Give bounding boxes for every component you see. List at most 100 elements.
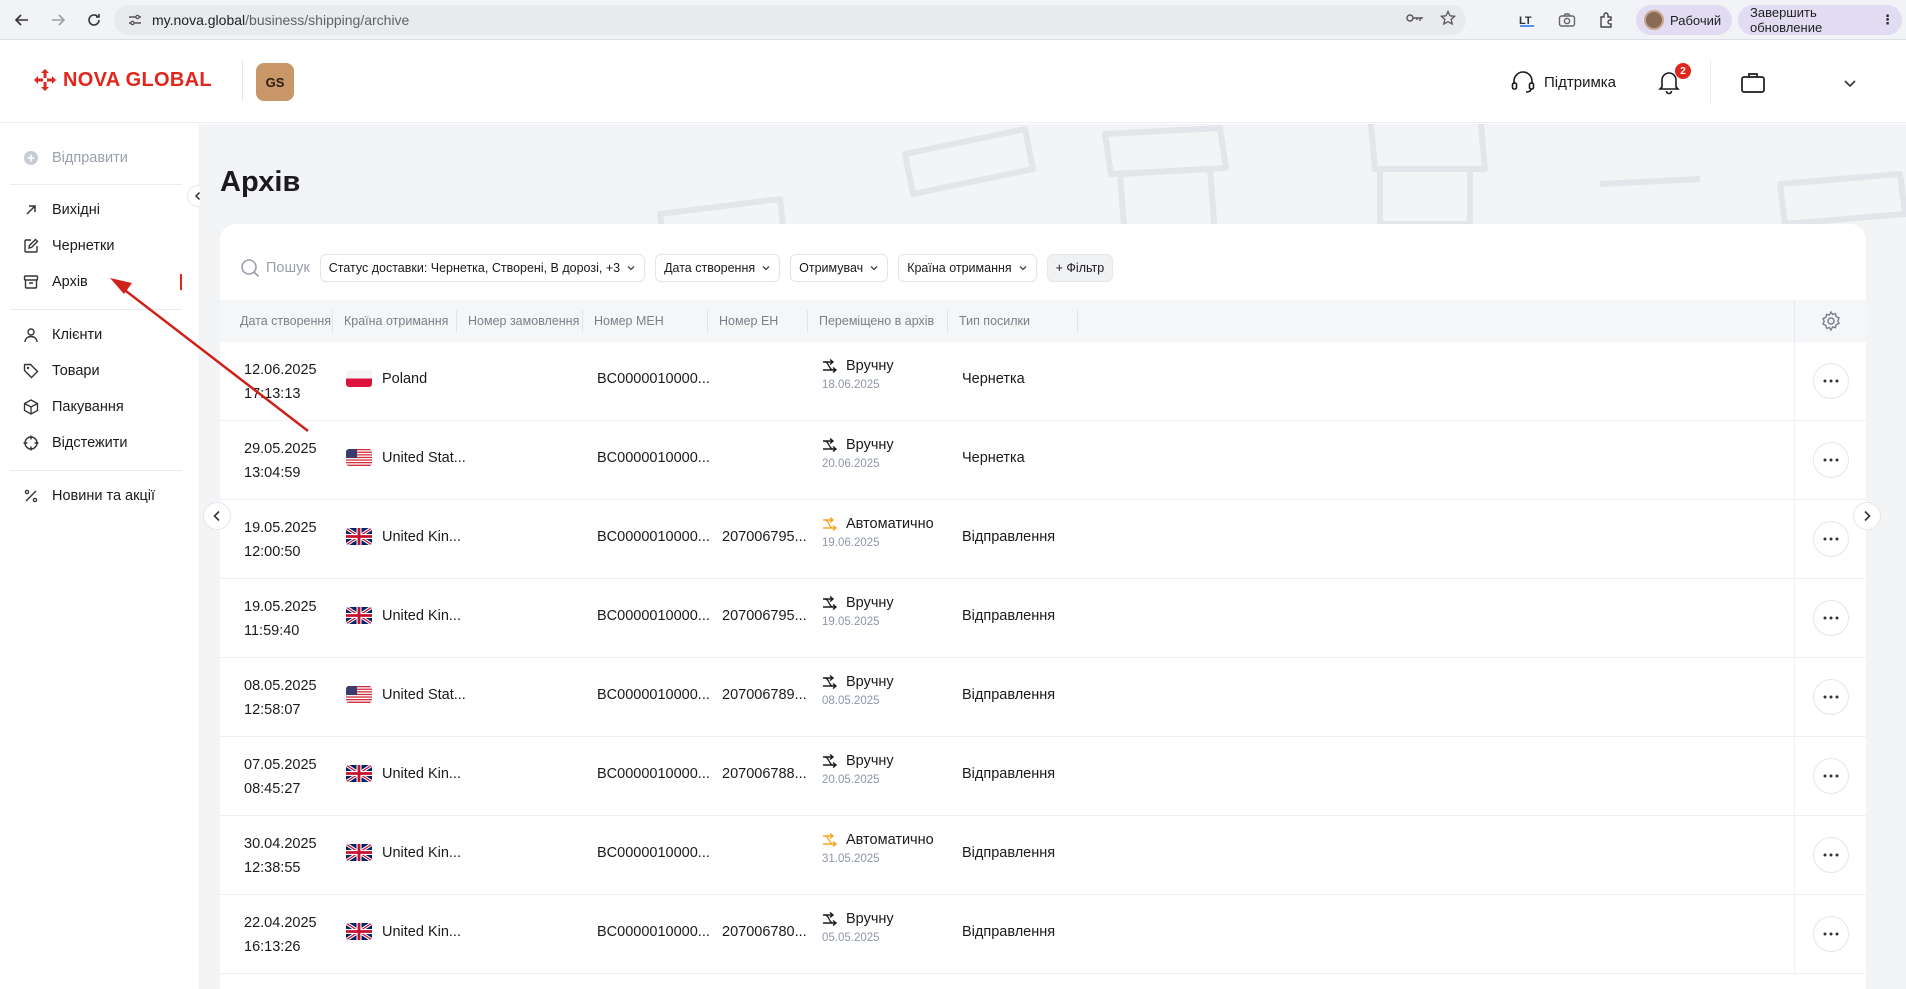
search-field[interactable]: Пошук — [240, 258, 310, 278]
scroll-right-button[interactable] — [1853, 502, 1881, 530]
flag-uk-icon — [346, 844, 372, 861]
sidebar-item-send[interactable]: Відправити — [22, 143, 128, 173]
chevron-down-icon[interactable] — [1842, 75, 1858, 91]
back-icon[interactable] — [8, 6, 36, 34]
row-divider — [1794, 658, 1795, 737]
sidebar-item-packaging[interactable]: Пакування — [22, 392, 124, 422]
sidebar-item-drafts[interactable]: Чернетки — [22, 231, 114, 261]
chevron-left-icon — [213, 510, 220, 522]
move-date: 05.05.2025 — [822, 932, 880, 944]
flag-usa-icon — [346, 686, 372, 703]
column-en-number[interactable]: Номер ЕН — [708, 310, 808, 332]
column-order-number[interactable]: Номер замовлення — [457, 310, 583, 332]
more-horizontal-icon — [1823, 616, 1839, 620]
row-actions-button[interactable] — [1813, 521, 1849, 557]
row-actions-button[interactable] — [1813, 758, 1849, 794]
parcel-type-cell: Відправлення — [962, 845, 1056, 861]
password-key-icon[interactable] — [1406, 11, 1424, 29]
created-date: 30.04.2025 — [244, 836, 317, 852]
more-horizontal-icon — [1823, 932, 1839, 936]
bookmark-star-icon[interactable] — [1439, 9, 1457, 31]
row-actions-button[interactable] — [1813, 363, 1849, 399]
move-date: 18.06.2025 — [822, 379, 880, 391]
support-button[interactable]: Підтримка — [1510, 70, 1616, 94]
extensions-icon[interactable] — [1594, 7, 1620, 33]
reload-icon[interactable] — [80, 6, 108, 34]
parcel-type-cell: Відправлення — [962, 924, 1056, 940]
table-settings-button[interactable] — [1794, 300, 1866, 342]
en-number-cell: 207006788... — [722, 766, 807, 782]
column-created-date[interactable]: Дата створення — [220, 310, 333, 332]
briefcase-icon[interactable] — [1740, 71, 1766, 95]
en-number-cell: 207006780... — [722, 924, 807, 940]
row-actions-button[interactable] — [1813, 600, 1849, 636]
arrow-up-right-icon — [22, 201, 40, 219]
row-actions-button[interactable] — [1813, 679, 1849, 715]
parcel-type-cell: Відправлення — [962, 529, 1056, 545]
en-number-cell: 207006795... — [722, 608, 807, 624]
move-method: Вручну — [846, 674, 894, 690]
table-row[interactable]: 19.05.2025 11:59:40 United Kin... BC0000010… — [220, 579, 1866, 658]
sidebar-item-news[interactable]: Новини та акції — [22, 481, 155, 511]
row-actions-button[interactable] — [1813, 442, 1849, 478]
translate-icon[interactable]: LT — [1514, 7, 1540, 33]
update-button[interactable]: Завершить обновление ⋮ — [1738, 5, 1902, 35]
archive-panel: Пошук Статус доставки: Чернетка, Створен… — [220, 224, 1866, 989]
move-date: 08.05.2025 — [822, 695, 880, 707]
parcel-type-cell: Відправлення — [962, 687, 1056, 703]
chevron-down-icon — [1019, 266, 1027, 271]
row-divider — [1794, 579, 1795, 658]
url-text: my.nova.global/business/shipping/archive — [152, 12, 410, 28]
camera-icon[interactable] — [1554, 7, 1580, 33]
forward-icon[interactable] — [44, 6, 72, 34]
scroll-left-button[interactable] — [203, 502, 231, 530]
sidebar-item-goods[interactable]: Товари — [22, 356, 100, 386]
column-parcel-type[interactable]: Тип посилки — [948, 310, 1078, 332]
parcel-type-cell: Чернетка — [962, 371, 1025, 387]
moved-to-archive-cell: Вручну 20.05.2025 — [822, 753, 894, 786]
more-horizontal-icon — [1823, 695, 1839, 699]
site-settings-icon[interactable] — [122, 13, 148, 27]
table-row[interactable]: 07.05.2025 08:45:27 United Kin... BC0000010… — [220, 737, 1866, 816]
chevron-down-icon — [762, 266, 770, 271]
country-filter[interactable]: Країна отримання — [898, 254, 1037, 282]
country-cell: United Kin... — [346, 765, 461, 782]
sidebar-item-clients[interactable]: Клієнти — [22, 320, 102, 350]
sidebar-item-archive[interactable]: Архів — [22, 267, 88, 297]
browser-toolbar: my.nova.global/business/shipping/archive… — [0, 0, 1906, 40]
recipient-filter[interactable]: Отримувач — [790, 254, 889, 282]
avatar — [1644, 10, 1664, 30]
more-horizontal-icon — [1823, 774, 1839, 778]
table-row[interactable]: 22.04.2025 16:13:26 United Kin... BC0000010… — [220, 895, 1866, 974]
meh-number-cell: BC0000010000... — [597, 529, 710, 545]
main-content: Архів Пошук Статус доставки: Чернетка, С… — [200, 124, 1906, 989]
created-time: 16:13:26 — [244, 939, 301, 955]
table-row[interactable]: 30.04.2025 12:38:55 United Kin... BC0000010… — [220, 816, 1866, 895]
row-actions-button[interactable] — [1813, 916, 1849, 952]
meh-number-cell: BC0000010000... — [597, 687, 710, 703]
column-meh-number[interactable]: Номер МЕН — [583, 310, 708, 332]
table-row[interactable]: 08.05.2025 12:58:07 United Stat... BC000001… — [220, 658, 1866, 737]
table-row[interactable]: 19.05.2025 12:00:50 United Kin... BC0000010… — [220, 500, 1866, 579]
sidebar-item-track[interactable]: Відстежити — [22, 428, 128, 458]
created-date-cell: 19.05.2025 11:59:40 — [244, 595, 317, 643]
kebab-menu-icon[interactable]: ⋮ — [1881, 12, 1894, 28]
country-cell: United Kin... — [346, 607, 461, 624]
nova-global-logo[interactable]: NOVA GLOBAL — [33, 68, 212, 92]
profile-chip[interactable]: Рабочий — [1636, 5, 1732, 35]
created-date-cell: 08.05.2025 12:58:07 — [244, 674, 317, 722]
column-moved-to-archive[interactable]: Переміщено в архів — [808, 310, 948, 332]
add-filter-button[interactable]: + Фільтр — [1046, 254, 1114, 282]
meh-number-cell: BC0000010000... — [597, 924, 710, 940]
table-row[interactable]: 12.06.2025 17:13:13 Poland BC0000010000... В… — [220, 342, 1866, 421]
column-country[interactable]: Країна отримання — [333, 310, 457, 332]
sidebar-item-outgoing[interactable]: Вихідні — [22, 195, 100, 225]
table-row[interactable]: 29.05.2025 13:04:59 United Stat... BC000001… — [220, 421, 1866, 500]
created-date-filter[interactable]: Дата створення — [655, 254, 781, 282]
row-actions-button[interactable] — [1813, 837, 1849, 873]
company-badge[interactable]: GS — [256, 63, 294, 101]
table-body: 12.06.2025 17:13:13 Poland BC0000010000... В… — [220, 342, 1866, 974]
auto-move-icon — [823, 833, 838, 847]
address-bar[interactable]: my.nova.global/business/shipping/archive — [114, 5, 1466, 35]
status-filter[interactable]: Статус доставки: Чернетка, Створені, В д… — [319, 254, 646, 282]
